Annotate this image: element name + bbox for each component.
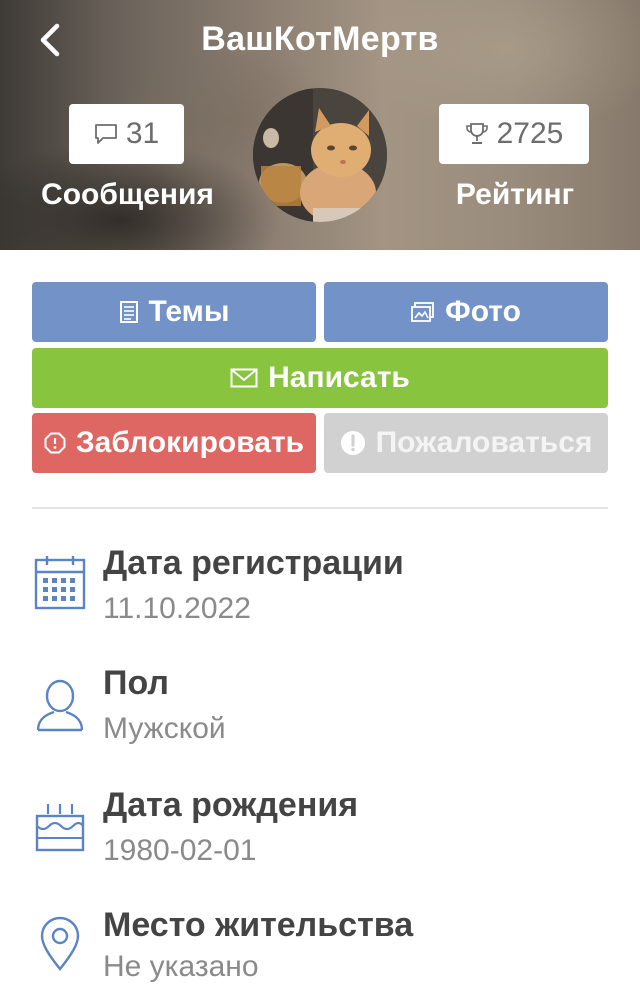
info-item-registration-date: Дата регистрации 11.10.2022	[0, 540, 640, 640]
document-list-icon	[119, 300, 139, 324]
registration-date-label: Дата регистрации	[103, 544, 404, 582]
birth-date-value: 1980-02-01	[103, 834, 257, 867]
write-message-button[interactable]: Написать	[32, 348, 608, 408]
messages-count: 31	[125, 117, 160, 150]
section-divider	[32, 507, 608, 509]
page-title: ВашКотМертв	[201, 20, 439, 58]
rating-count-box[interactable]: 2725	[439, 104, 589, 164]
location-label: Место жительства	[103, 906, 414, 944]
exclamation-circle-icon	[340, 430, 366, 456]
calendar-icon	[32, 552, 88, 612]
topics-button[interactable]: Темы	[32, 282, 316, 342]
location-value: Не указано	[103, 950, 259, 983]
messages-count-box[interactable]: 31	[69, 104, 184, 164]
cake-icon	[32, 796, 88, 856]
gender-label: Пол	[103, 664, 169, 702]
user-icon	[32, 674, 88, 734]
info-item-location: Место жительства Не указано	[0, 904, 640, 1004]
photo-button-label: Фото	[445, 295, 521, 328]
photo-icon	[411, 301, 435, 323]
report-button-label: Пожаловаться	[375, 426, 593, 459]
avatar[interactable]	[253, 88, 387, 222]
birth-date-label: Дата рождения	[103, 786, 359, 824]
report-user-button[interactable]: Пожаловаться	[324, 413, 608, 473]
octagon-alert-icon	[44, 432, 66, 454]
envelope-icon	[230, 368, 258, 388]
info-item-birth-date: Дата рождения 1980-02-01	[0, 784, 640, 884]
location-pin-icon	[32, 914, 88, 974]
block-user-button[interactable]: Заблокировать	[32, 413, 316, 473]
profile-header: ВашКотМертв 31 Сообщения 2725 Рейтинг	[0, 0, 640, 250]
messages-label: Сообщения	[41, 178, 214, 211]
photo-button[interactable]: Фото	[324, 282, 608, 342]
write-button-label: Написать	[268, 361, 410, 394]
rating-count: 2725	[496, 117, 564, 150]
block-button-label: Заблокировать	[75, 426, 305, 459]
trophy-icon	[465, 122, 489, 146]
rating-label: Рейтинг	[455, 178, 575, 211]
gender-value: Мужской	[103, 712, 226, 745]
topics-button-label: Темы	[148, 295, 230, 328]
info-item-gender: Пол Мужской	[0, 662, 640, 762]
speech-bubble-icon	[94, 123, 118, 145]
registration-date-value: 11.10.2022	[103, 592, 251, 625]
